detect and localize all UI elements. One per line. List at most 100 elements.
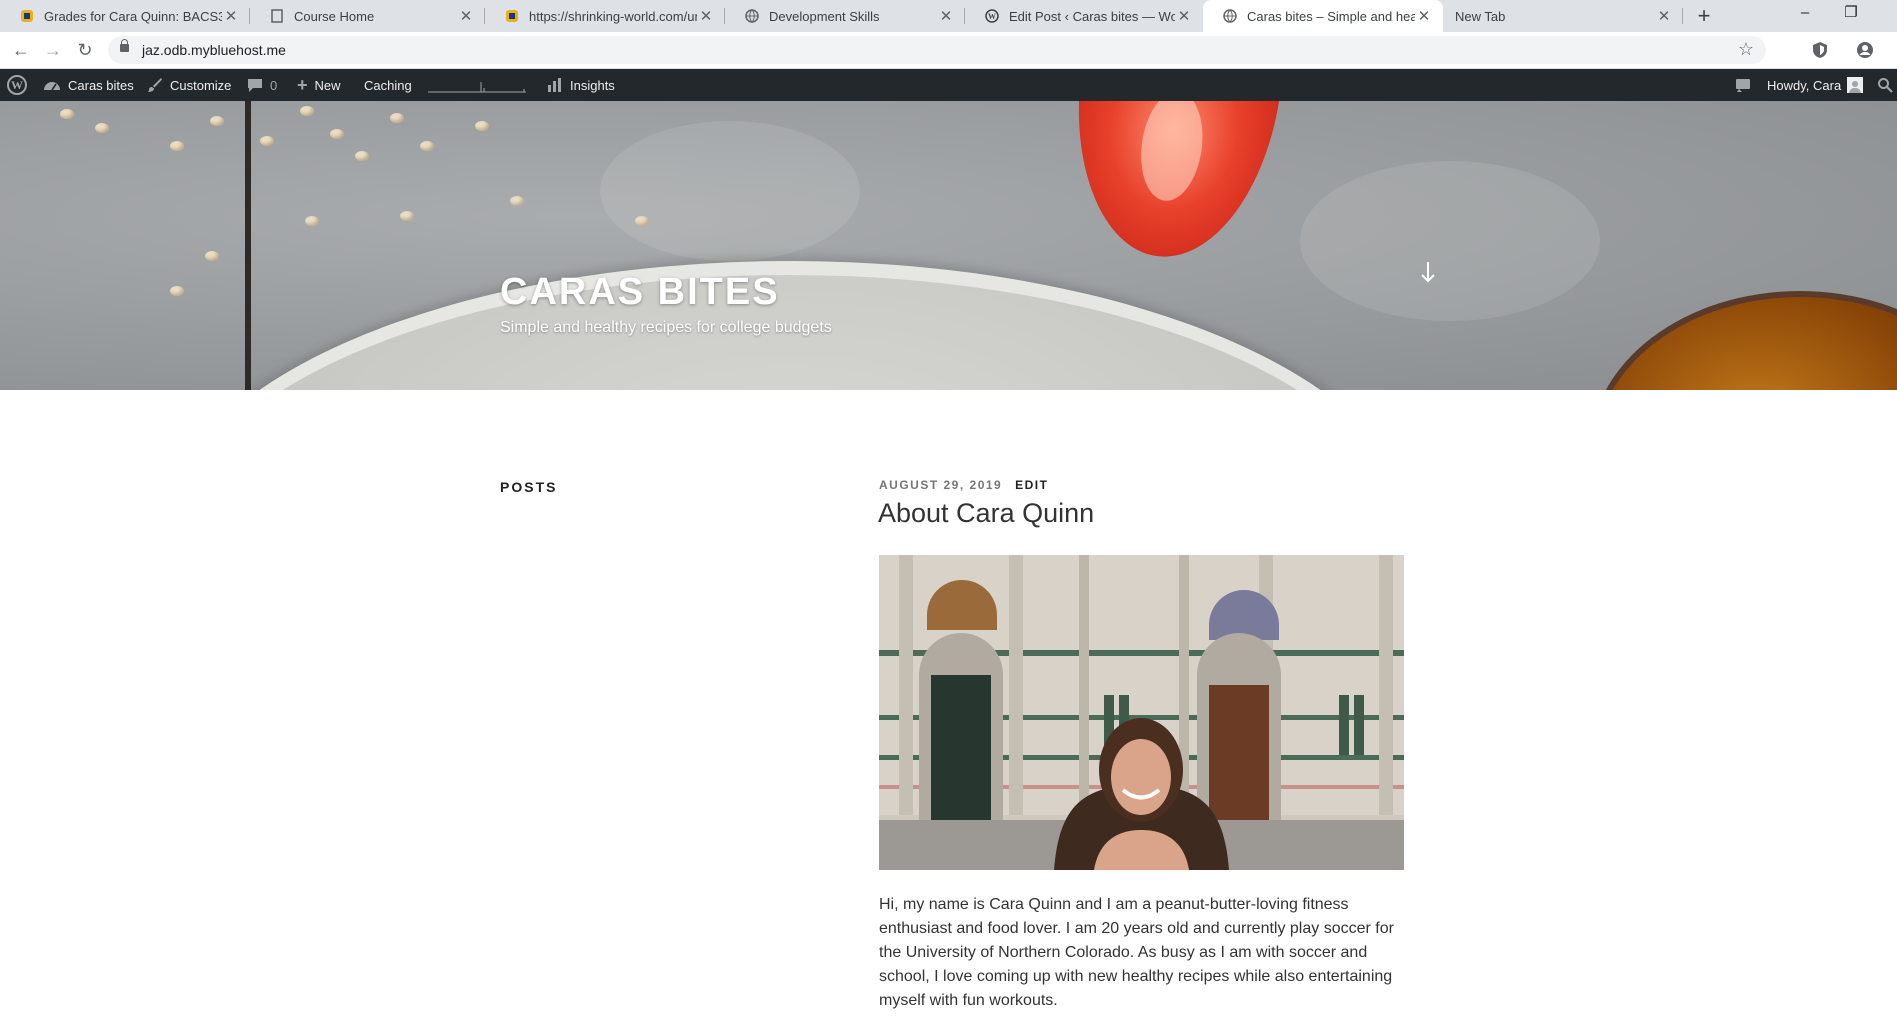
customize-label: Customize: [170, 77, 232, 93]
bookmark-star-icon[interactable]: ☆: [1738, 39, 1754, 60]
address-bar[interactable]: jaz.odb.mybluehost.me ☆: [108, 36, 1766, 64]
minimize-window-button[interactable]: –: [1782, 0, 1828, 28]
browser-tab-active[interactable]: Caras bites – Simple and healthy ✕: [1203, 0, 1443, 32]
oat-flake: [305, 216, 319, 226]
oat-flake: [475, 121, 489, 131]
oat-flake: [210, 116, 224, 126]
browser-tab[interactable]: Course Home ✕: [250, 0, 485, 32]
restore-window-button[interactable]: ❐: [1828, 0, 1874, 28]
post-date[interactable]: AUGUST 29, 2019: [879, 478, 1002, 492]
page-icon: [270, 9, 284, 23]
scroll-down-arrow-icon[interactable]: [1416, 261, 1440, 291]
notification-icon: [1735, 78, 1751, 92]
tab-title: https://shrinking-world.com/unc: [529, 8, 697, 24]
site-title[interactable]: CARAS BITES: [500, 271, 780, 314]
browser-tab[interactable]: Grades for Cara Quinn: BACS300 ✕: [0, 0, 250, 32]
lock-icon: [120, 39, 129, 52]
background-texture: [600, 121, 860, 261]
new-tab-button[interactable]: +: [1692, 4, 1716, 28]
browser-tab[interactable]: https://shrinking-world.com/unc ✕: [485, 0, 725, 32]
oat-flake: [355, 151, 369, 161]
post-featured-image: [879, 555, 1404, 870]
customize-link[interactable]: Customize: [147, 69, 231, 101]
oat-flake: [420, 141, 434, 151]
post-meta: AUGUST 29, 2019 EDIT: [879, 478, 1048, 492]
browser-tab-strip: Grades for Cara Quinn: BACS300 ✕ Course …: [0, 0, 1897, 32]
oat-flake: [300, 106, 314, 116]
comment-bubble-icon: [247, 78, 263, 93]
tab-title: Edit Post ‹ Caras bites — WordPr: [1009, 8, 1175, 24]
post-title[interactable]: About Cara Quinn: [878, 498, 1094, 529]
wordpress-icon: W: [7, 75, 27, 95]
plus-icon: +: [297, 74, 308, 95]
insights-menu[interactable]: Insights: [547, 69, 615, 101]
stats-sparkline[interactable]: [428, 69, 526, 101]
browser-tab[interactable]: Development Skills ✕: [725, 0, 965, 32]
shield-extension-icon[interactable]: [1811, 41, 1829, 59]
close-tab-icon[interactable]: ✕: [697, 7, 715, 25]
post-body: Hi, my name is Cara Quinn and I am a pea…: [879, 896, 1394, 1009]
browser-toolbar: ← → ↻ jaz.odb.mybluehost.me ☆: [0, 32, 1897, 69]
close-tab-icon[interactable]: ✕: [457, 7, 475, 25]
insights-label: Insights: [570, 77, 615, 93]
cathedral-photo: [879, 555, 1404, 870]
oat-flake: [390, 113, 404, 123]
globe-icon: [1223, 9, 1237, 23]
search-icon: [1878, 78, 1893, 93]
site-name-label: Caras bites: [68, 77, 134, 93]
svg-text:W: W: [988, 12, 996, 21]
site-header: CARAS BITES Simple and healthy recipes f…: [0, 101, 1897, 390]
my-account-menu[interactable]: Howdy, Cara: [1767, 69, 1864, 101]
back-button[interactable]: ←: [8, 37, 34, 63]
profile-icon[interactable]: [1856, 41, 1874, 59]
browser-tab[interactable]: W Edit Post ‹ Caras bites — WordPr ✕: [965, 0, 1203, 32]
wp-logo-menu[interactable]: W: [7, 69, 27, 101]
notifications-menu[interactable]: [1735, 69, 1758, 101]
oat-flake: [635, 216, 649, 226]
wordpress-icon: W: [985, 9, 999, 23]
globe-icon: [745, 9, 759, 23]
close-tab-icon[interactable]: ✕: [937, 7, 955, 25]
posts-heading: POSTS: [500, 479, 558, 495]
unc-bear-icon: [20, 9, 34, 23]
avatar: [1847, 77, 1864, 93]
edit-post-link[interactable]: EDIT: [1015, 478, 1048, 492]
paintbrush-icon: [147, 77, 163, 93]
reload-button[interactable]: ↻: [72, 37, 98, 63]
dashboard-icon: [43, 78, 61, 92]
oat-flake: [60, 109, 74, 119]
oat-flake: [510, 196, 524, 206]
oat-flake: [400, 211, 414, 221]
honey-jar-image: [1590, 291, 1897, 390]
new-label: New: [314, 77, 341, 93]
oat-flake: [260, 136, 274, 146]
close-tab-icon[interactable]: ✕: [1655, 7, 1673, 25]
close-tab-icon[interactable]: ✕: [222, 7, 240, 25]
close-tab-icon[interactable]: ✕: [1415, 7, 1433, 25]
tab-title: Development Skills: [769, 8, 880, 24]
cinnamon-stick-image: [245, 101, 251, 390]
site-description: Simple and healthy recipes for college b…: [500, 319, 832, 336]
url-text: jaz.odb.mybluehost.me: [142, 42, 286, 58]
bar-chart-icon: [547, 78, 563, 92]
tab-title: New Tab: [1455, 8, 1506, 24]
close-tab-icon[interactable]: ✕: [1175, 7, 1193, 25]
unc-bear-icon: [505, 9, 519, 23]
caching-label: Caching: [364, 77, 412, 93]
oat-flake: [170, 141, 184, 151]
tab-title: Caras bites – Simple and healthy: [1247, 8, 1415, 24]
comments-count: 0: [270, 77, 278, 93]
wp-admin-bar: W Caras bites Customize 0 + New Caching …: [0, 69, 1897, 101]
search-menu[interactable]: [1877, 69, 1893, 101]
oat-flake: [330, 129, 344, 139]
caching-menu[interactable]: Caching: [364, 69, 412, 101]
comments-link[interactable]: 0: [247, 69, 277, 101]
site-name-menu[interactable]: Caras bites: [43, 69, 134, 101]
browser-tab[interactable]: New Tab ✕: [1443, 0, 1683, 32]
howdy-label: Howdy, Cara: [1767, 77, 1842, 93]
close-window-button[interactable]: [1874, 0, 1897, 28]
new-content-menu[interactable]: + New: [297, 69, 341, 101]
forward-button[interactable]: →: [40, 37, 66, 63]
oat-flake: [170, 286, 184, 296]
oat-flake: [205, 251, 219, 261]
